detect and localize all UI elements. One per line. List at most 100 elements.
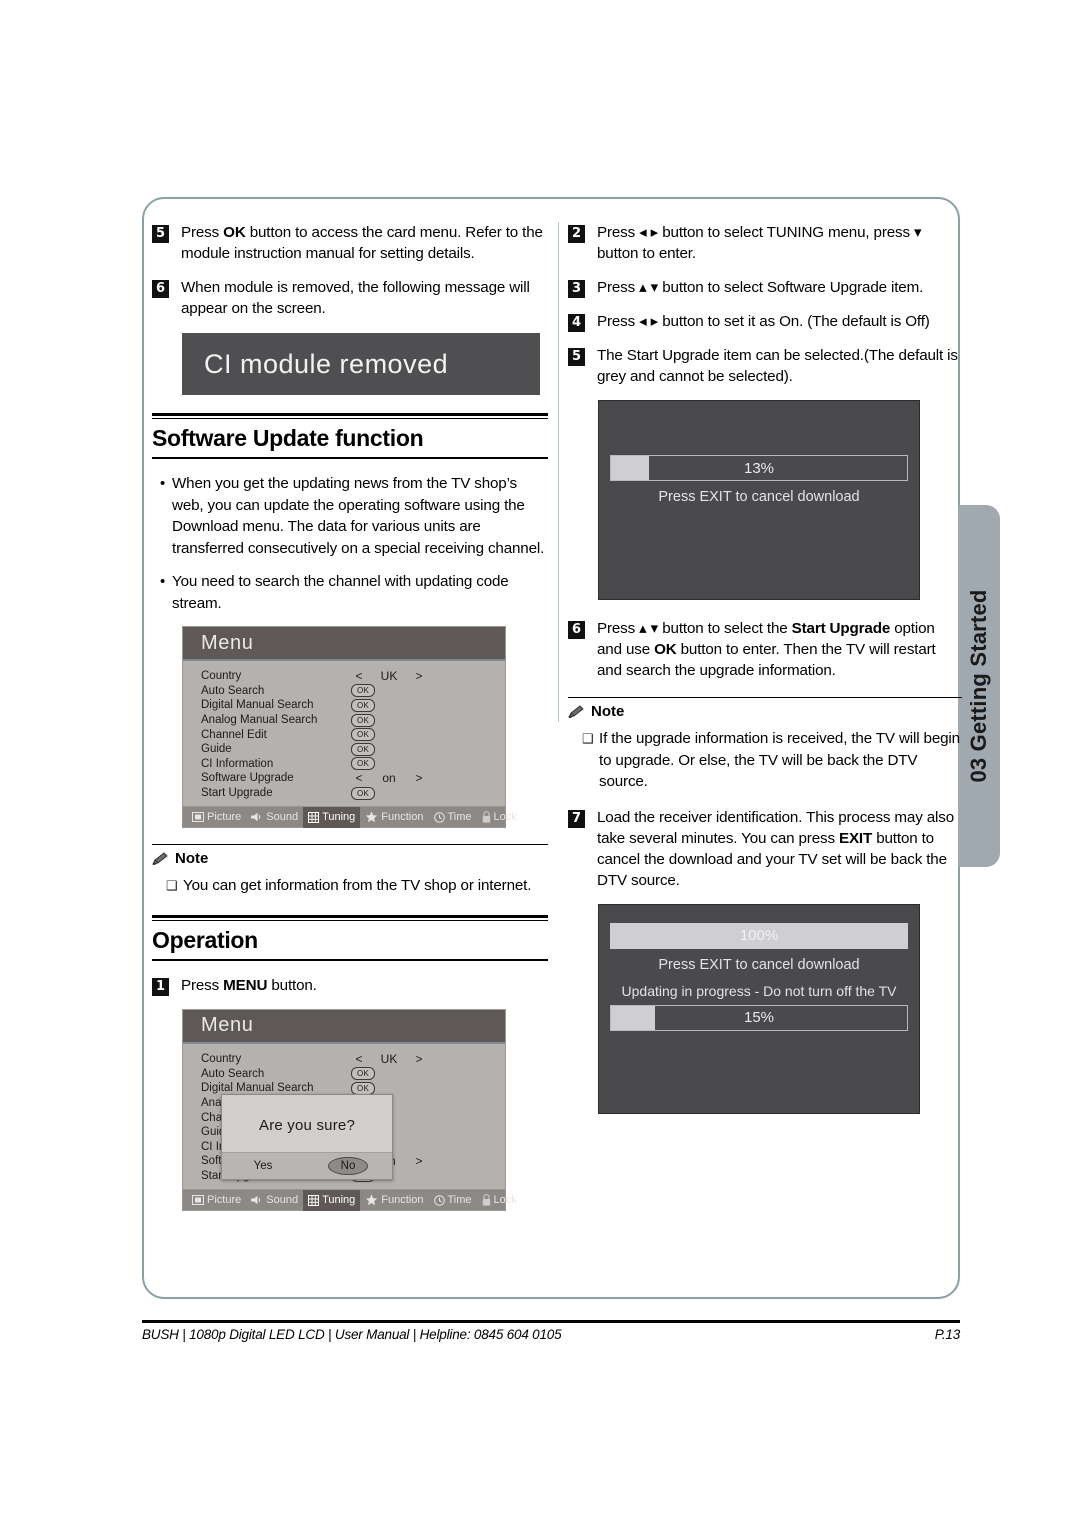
step-number-badge: 4	[568, 314, 585, 332]
osd-tab-tuning[interactable]: Tuning	[303, 1189, 361, 1211]
step-text: Press ◂ ▸ button to set it as On. (The d…	[597, 313, 930, 330]
heading-rule-bottom	[152, 958, 548, 961]
osd-tab-function[interactable]: Function	[360, 807, 428, 828]
osd-menu-row[interactable]: Start Upgrade OK	[183, 786, 505, 801]
left-column: 5 Press OK button to access the card men…	[152, 222, 548, 1212]
step-text: Press ◂ ▸ button to select TUNING menu, …	[597, 224, 922, 262]
heading-rule-top	[152, 413, 548, 419]
osd-menu-row[interactable]: Channel Edit OK	[183, 727, 505, 742]
osd-menu-row-control[interactable]: OK	[351, 698, 376, 712]
footer-product-info: BUSH | 1080p Digital LED LCD | User Manu…	[142, 1327, 562, 1342]
bullet-dot: •	[160, 475, 166, 492]
note-text: If the upgrade information is received, …	[599, 730, 960, 790]
osd-tab-tuning[interactable]: Tuning	[303, 806, 361, 828]
osd-menu-row-control[interactable]: OK	[351, 684, 376, 698]
note-title-label: Note	[175, 850, 209, 868]
step-text: Press ▴ ▾ button to select Software Upgr…	[597, 279, 924, 296]
osd-menu-row-control[interactable]: OK	[351, 742, 376, 756]
osd-arrow-right-icon[interactable]: >	[411, 1052, 427, 1066]
download-progress-fill-1	[611, 456, 650, 480]
osd-menu-row[interactable]: Digital Manual Search OK	[183, 698, 505, 713]
download-caption-1: Press EXIT to cancel download	[658, 489, 860, 505]
osd-arrow-left-icon[interactable]: <	[351, 669, 367, 683]
chapter-side-tab: 03 Getting Started	[958, 505, 1000, 867]
osd-tab-label: Picture	[207, 1194, 242, 1207]
osd-tab-picture[interactable]: Picture	[187, 807, 246, 828]
tuning-icon	[308, 811, 320, 823]
osd-menu-row-control[interactable]: < UK >	[351, 669, 427, 683]
pencil-icon	[568, 704, 585, 719]
download-progress-bar-full: 100%	[610, 922, 908, 949]
osd-menu-row[interactable]: Software Upgrade < on >	[183, 771, 505, 786]
osd-menu-tabbar: Picture Sound Tuning Function Time Lock	[183, 806, 517, 828]
osd-ok-badge[interactable]: OK	[351, 757, 376, 771]
osd-ok-badge[interactable]: OK	[351, 786, 376, 800]
osd-tab-label: Picture	[207, 811, 242, 824]
osd-dialog-no-button[interactable]: No	[327, 1156, 369, 1175]
osd-menu-row[interactable]: Guide OK	[183, 742, 505, 757]
osd-menu-row-control[interactable]: OK	[351, 728, 376, 742]
osd-menu-header: Menu	[183, 627, 505, 661]
osd-tab-label: Time	[447, 811, 472, 824]
osd-arrow-right-icon[interactable]: >	[411, 771, 427, 785]
bullet-item: • You need to search the channel with up…	[152, 571, 548, 614]
note-checkbox-glyph: ❑	[582, 731, 594, 746]
osd-menu-row[interactable]: Country < UK >	[183, 669, 505, 684]
osd-dialog-yes-button[interactable]: Yes	[246, 1159, 281, 1173]
section-heading-software-update: Software Update function	[152, 413, 548, 459]
osd-arrow-right-icon[interactable]: >	[411, 669, 427, 683]
osd-menu-row-control[interactable]: OK	[351, 757, 376, 771]
osd-tab-label: Sound	[266, 1194, 299, 1207]
osd-ok-badge[interactable]: OK	[351, 713, 376, 727]
osd-menu-row-control[interactable]: < on >	[351, 771, 427, 785]
osd-ok-badge[interactable]: OK	[351, 1067, 376, 1081]
osd-tab-picture[interactable]: Picture	[187, 1190, 246, 1211]
osd-menu-row-control[interactable]: OK	[351, 713, 376, 727]
bullet-text: When you get the updating news from the …	[172, 475, 545, 557]
osd-tab-sound[interactable]: Sound	[246, 1190, 303, 1211]
note-title: Note	[568, 703, 962, 720]
osd-tab-lock[interactable]: Lock	[477, 1190, 522, 1211]
osd-ok-badge[interactable]: OK	[351, 728, 376, 742]
osd-tab-function[interactable]: Function	[360, 1190, 428, 1211]
osd-menu-row[interactable]: Country < UK >	[183, 1052, 505, 1067]
osd-menu-row-label: Country	[201, 670, 242, 683]
heading-rule-bottom	[152, 457, 548, 459]
osd-menu-row-label: Country	[201, 1053, 242, 1066]
column-divider	[558, 222, 559, 722]
osd-tab-time[interactable]: Time	[429, 1190, 477, 1211]
osd-menu-row-control[interactable]: OK	[351, 786, 376, 800]
step-number-badge: 7	[568, 809, 585, 828]
note-rule	[568, 697, 962, 698]
osd-banner-ci-module-removed: CI module removed	[182, 333, 540, 395]
step-text: Load the receiver identification. This p…	[597, 808, 954, 889]
osd-menu-row[interactable]: Auto Search OK	[183, 684, 505, 699]
osd-banner-text: CI module removed	[204, 348, 449, 379]
download-progress-label-full: 100%	[739, 927, 779, 944]
osd-menu-row-control[interactable]: OK	[351, 1067, 376, 1081]
osd-tab-label: Sound	[266, 811, 299, 824]
step-number-badge: 6	[152, 280, 169, 298]
right-column: 2 Press ◂ ▸ button to select TUNING menu…	[568, 222, 962, 1114]
osd-arrow-left-icon[interactable]: <	[351, 771, 367, 785]
step-text: Press OK button to access the card menu.…	[181, 224, 543, 262]
osd-arrow-right-icon[interactable]: >	[411, 1154, 427, 1168]
osd-menu-row[interactable]: Auto Search OK	[183, 1066, 505, 1081]
note-block-left: Note ❑ You can get information from the …	[152, 844, 548, 897]
osd-menu-row-control[interactable]: < UK >	[351, 1052, 427, 1066]
osd-tab-time[interactable]: Time	[429, 807, 477, 828]
picture-icon	[192, 1195, 204, 1206]
footer-rule	[142, 1320, 960, 1323]
osd-ok-badge[interactable]: OK	[351, 684, 376, 698]
osd-menu-row[interactable]: CI Information OK	[183, 757, 505, 772]
osd-menu-row[interactable]: Analog Manual Search OK	[183, 713, 505, 728]
osd-arrow-left-icon[interactable]: <	[351, 1052, 367, 1066]
osd-ok-badge[interactable]: OK	[351, 698, 376, 712]
sound-icon	[251, 812, 263, 822]
osd-tab-sound[interactable]: Sound	[246, 807, 303, 828]
download-progress-fill-2	[611, 1005, 656, 1030]
osd-tab-lock[interactable]: Lock	[477, 807, 522, 828]
osd-menu-row-label: CI Information	[201, 757, 274, 770]
osd-ok-badge[interactable]: OK	[351, 742, 376, 756]
download-progress-label-2: 15%	[743, 1009, 775, 1026]
